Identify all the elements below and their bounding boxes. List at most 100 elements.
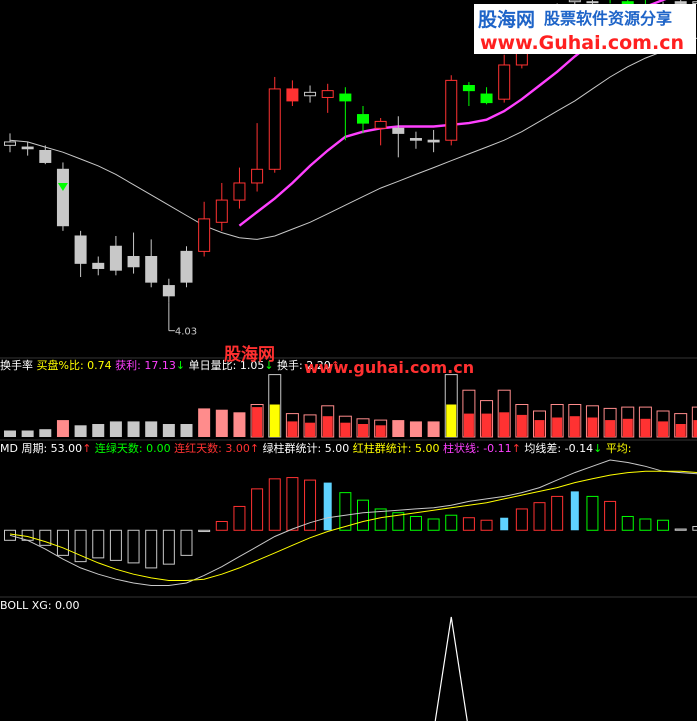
turnover-bar	[250, 404, 264, 438]
legend-stat-arrow: ↑	[512, 442, 521, 455]
turnover-bar-fill	[269, 404, 280, 437]
turnover-bar-fill	[622, 418, 633, 437]
candle-body	[427, 139, 440, 143]
turnover-bar	[21, 430, 34, 437]
turnover-bar-fill	[463, 413, 474, 437]
candle-body	[674, 1, 687, 4]
candle-body	[392, 127, 405, 134]
candle-body	[109, 245, 122, 271]
legend-stat-name: 换手:	[277, 358, 303, 372]
candle-body	[215, 199, 228, 223]
turnover-bar	[4, 430, 16, 437]
candle-body	[480, 93, 493, 104]
turnover-bar-fill	[340, 422, 351, 437]
candle-body	[21, 146, 34, 150]
md-bar	[570, 491, 579, 531]
legend-title: MD	[0, 442, 21, 455]
candle	[268, 76, 281, 173]
turnover-bar-body	[198, 408, 211, 437]
legend-stat-name: 获利:	[115, 359, 141, 372]
turnover-bar-body	[109, 421, 122, 437]
watermark-tagline: 股票软件资源分享	[544, 9, 672, 28]
candle-body	[304, 91, 317, 97]
candle-body	[339, 93, 352, 102]
turnover-bar-fill	[552, 417, 563, 437]
candle-body	[74, 235, 87, 264]
turnover-bar-body	[392, 420, 405, 437]
legend-stat-name: 红柱群统计:	[353, 441, 412, 455]
turnover-bar-body	[39, 429, 52, 437]
candle	[180, 246, 193, 288]
legend-stat-name: 周期:	[21, 442, 47, 455]
legend-stat-name: 买盘%比:	[37, 358, 84, 372]
legend-stat-arrow: ↓	[176, 359, 185, 372]
legend-stat-name: 平均:	[606, 442, 632, 455]
turnover-bar	[39, 429, 52, 437]
legend-title: BOLL	[0, 599, 32, 612]
candle-body	[39, 149, 52, 163]
turnover-bar-fill	[481, 413, 492, 437]
legend-stat-name: 柱状线:	[443, 441, 480, 455]
candle-body	[251, 168, 264, 184]
legend-stat-name: 连绿天数:	[95, 441, 143, 455]
legend-stat-arrow: ↑	[82, 442, 91, 455]
candle-body	[92, 262, 105, 269]
watermark-center-url: www.guhai.com.cn	[304, 358, 474, 377]
legend-stat-name: 连红天数:	[174, 442, 222, 455]
candle-body	[145, 256, 158, 283]
turnover-bar-body	[74, 425, 87, 437]
md-bar	[500, 517, 509, 531]
legend-stat-name: XG:	[32, 599, 52, 612]
candle-body	[586, 1, 599, 4]
candle-body	[198, 218, 211, 252]
turnover-bar	[109, 421, 122, 437]
candle-body	[321, 90, 334, 98]
watermark-url: www.Guhai.com.cn	[480, 32, 684, 54]
legend-stat-value: -0.14	[561, 442, 593, 455]
candle	[56, 162, 69, 231]
md-bar	[323, 482, 332, 531]
candle-body	[409, 138, 422, 141]
turnover-bar-fill	[587, 417, 598, 437]
stock-chart: 4.03 换手率 买盘%比: 0.74 获利: 17.13↓ 单日量比: 1.0…	[0, 0, 697, 721]
candle-body	[498, 64, 511, 100]
turnover-bar-fill	[499, 412, 510, 437]
turnover-bar-body	[145, 421, 158, 437]
turnover-bar	[409, 421, 422, 437]
md-legend: MD 周期: 53.00↑ 连绿天数: 0.00 连红天数: 3.00↑ 绿柱群…	[0, 441, 632, 455]
candle-body	[180, 250, 193, 283]
turnover-bar	[392, 420, 405, 437]
legend-stat-value: -0.11	[480, 442, 512, 455]
turnover-bar-fill	[675, 424, 686, 437]
legend-stat-value: 3.00	[222, 442, 250, 455]
legend-stat-arrow: ↑	[250, 442, 259, 455]
turnover-bar	[74, 425, 87, 437]
low-price-label: 4.03	[175, 327, 197, 338]
turnover-bar-body	[233, 412, 246, 437]
legend-stat-name: 均线差:	[524, 441, 561, 455]
turnover-bar-fill	[305, 422, 316, 437]
candle	[445, 75, 458, 146]
turnover-bar	[56, 420, 69, 437]
turnover-bar-fill	[516, 414, 527, 437]
turnover-bar-body	[409, 421, 422, 437]
turnover-bar-fill	[375, 425, 386, 437]
turnover-bar-body	[127, 421, 140, 437]
turnover-bar	[427, 421, 440, 437]
candle-body	[127, 256, 140, 268]
turnover-bar-fill	[569, 416, 580, 437]
candle-body	[462, 85, 475, 92]
turnover-bar	[92, 424, 105, 437]
turnover-bar	[233, 412, 246, 437]
legend-stat-value: 17.13	[141, 359, 176, 372]
candle-body	[286, 88, 299, 102]
turnover-bar-fill	[252, 407, 263, 437]
legend-stat-arrow: ↓	[593, 442, 602, 455]
turnover-bar-body	[215, 409, 228, 437]
legend-stat-value: 0.00	[143, 442, 171, 455]
candle-body	[357, 114, 369, 124]
turnover-bar-fill	[640, 418, 651, 437]
legend-stat-value: 0.74	[84, 359, 112, 372]
turnover-bar	[162, 424, 175, 437]
turnover-bar-body	[92, 424, 105, 437]
